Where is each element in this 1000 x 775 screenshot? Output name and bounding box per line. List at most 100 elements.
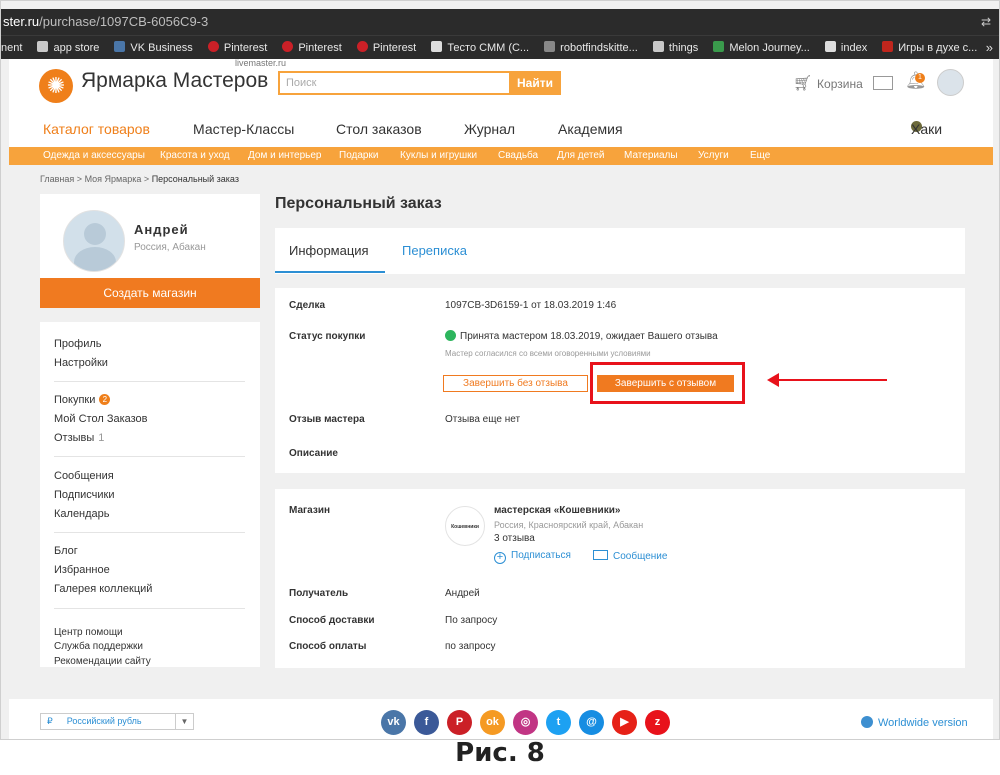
ruble-icon: ₽: [47, 716, 53, 726]
sidebar-item-reviews[interactable]: Отзывы 1: [54, 432, 104, 444]
page-icon: [824, 41, 836, 52]
bookmark-pinterest[interactable]: Pinterest: [356, 36, 416, 59]
bookmark-vk-business[interactable]: VK Business: [114, 36, 193, 59]
category-item[interactable]: Услуги: [698, 150, 729, 161]
page-icon: [431, 41, 443, 52]
arrow-head-icon: [767, 373, 779, 387]
message-button[interactable]: Сообщение: [593, 550, 667, 562]
youtube-icon[interactable]: ▶: [612, 710, 637, 735]
folder-icon: [37, 41, 49, 52]
pinterest-icon[interactable]: P: [447, 710, 472, 735]
url-host: ster.ru: [3, 14, 40, 29]
master-review-label: Отзыв мастера: [289, 414, 365, 425]
profile-name[interactable]: Андрей: [134, 222, 189, 237]
nav-academy[interactable]: Академия: [558, 121, 623, 137]
sidebar-item-messages[interactable]: Сообщения: [54, 470, 114, 482]
category-item[interactable]: Подарки: [339, 150, 378, 161]
subscribe-button[interactable]: + Подписаться: [494, 550, 571, 564]
category-item[interactable]: Для детей: [557, 150, 604, 161]
sidebar-item-settings[interactable]: Настройки: [54, 357, 108, 369]
search-input[interactable]: Поиск: [278, 71, 510, 95]
odnoklassniki-icon[interactable]: ok: [480, 710, 505, 735]
site-logo[interactable]: Ярмарка Мастеров: [81, 69, 268, 93]
category-item[interactable]: Свадьба: [498, 150, 538, 161]
shop-reviews[interactable]: 3 отзыва: [494, 533, 535, 544]
site-header: ✺ Ярмарка Мастеров livemaster.ru Поиск Н…: [9, 58, 993, 147]
figure-caption: Рис. 8: [455, 738, 545, 768]
category-item[interactable]: Одежда и аксессуары: [43, 150, 145, 161]
bookmark-things[interactable]: things: [652, 36, 698, 59]
profile-card: Андрей Россия, Абакан Создать магазин: [40, 194, 260, 308]
finish-without-review-button[interactable]: Завершить без отзыва: [443, 375, 588, 392]
sidebar-item-gallery[interactable]: Галерея коллекций: [54, 583, 152, 595]
sidebar-item-recommend[interactable]: Рекомендации сайту: [54, 656, 151, 667]
translate-icon[interactable]: ⇄: [981, 9, 991, 35]
nav-catalog[interactable]: Каталог товаров: [43, 121, 150, 137]
cart-link[interactable]: 🛒︎ Корзина: [793, 74, 863, 92]
twitter-icon[interactable]: t: [546, 710, 571, 735]
category-item[interactable]: Дом и интерьер: [248, 150, 322, 161]
search-button[interactable]: Найти: [509, 71, 561, 95]
status-label: Статус покупки: [289, 331, 366, 342]
category-item[interactable]: Куклы и игрушки: [400, 150, 477, 161]
deal-value: 1097CB-3D6159-1 от 18.03.2019 1:46: [445, 300, 617, 311]
category-item[interactable]: Материалы: [624, 150, 678, 161]
sidebar-item-blog[interactable]: Блог: [54, 545, 78, 557]
sidebar-item-support[interactable]: Служба поддержки: [54, 641, 143, 652]
nav-journal[interactable]: Журнал: [464, 121, 515, 137]
chevron-down-icon: ▼: [175, 714, 193, 729]
address-bar[interactable]: ster.ru/purchase/1097CB-6056C9-3 ⇄: [1, 9, 999, 35]
user-avatar[interactable]: [937, 69, 964, 96]
bookmark-app-store[interactable]: app store: [37, 36, 99, 59]
bookmark-index[interactable]: index: [824, 36, 867, 59]
bookmark-robotfindskitten[interactable]: robotfindskitte...: [544, 36, 638, 59]
browser-window: ster.ru/purchase/1097CB-6056C9-3 ⇄ nent …: [0, 0, 1000, 740]
sidebar-item-help[interactable]: Центр помощи: [54, 627, 123, 638]
currency-select[interactable]: ₽ Российский рубль ▼: [40, 713, 194, 730]
tab-correspondence[interactable]: Переписка: [402, 243, 467, 258]
status-note: Мастер согласился со всеми оговоренными …: [445, 349, 651, 358]
mail-ru-icon[interactable]: @: [579, 710, 604, 735]
breadcrumb-home[interactable]: Главная: [40, 174, 74, 184]
shop-name[interactable]: мастерская «Кошевники»: [494, 505, 620, 516]
bookmark-pinterest[interactable]: Pinterest: [282, 36, 342, 59]
tab-information[interactable]: Информация: [289, 243, 369, 258]
bookmark-melon-journey[interactable]: Melon Journey...: [713, 36, 810, 59]
delivery-label: Способ доставки: [289, 615, 375, 626]
bookmark-games[interactable]: Игры в духе с...: [882, 36, 977, 59]
more-bookmarks-icon[interactable]: »: [986, 36, 993, 59]
bookmark[interactable]: nent: [1, 36, 22, 59]
globe-icon: [861, 716, 873, 728]
bookmark-testo-smm[interactable]: Тесто СММ (С...: [431, 36, 529, 59]
category-item[interactable]: Еще: [750, 150, 770, 161]
main-nav: Каталог товаров Мастер-Классы Стол заказ…: [43, 121, 943, 137]
pinterest-icon: [356, 41, 368, 52]
sidebar-item-subscribers[interactable]: Подписчики: [54, 489, 115, 501]
folder-icon: [652, 41, 664, 52]
vk-icon[interactable]: vk: [381, 710, 406, 735]
reviews-count: 1: [98, 432, 105, 444]
logo-icon[interactable]: ✺: [39, 69, 73, 103]
mail-icon[interactable]: [873, 76, 893, 90]
bookmark-pinterest[interactable]: Pinterest: [207, 36, 267, 59]
pinterest-icon: [207, 41, 219, 52]
sidebar-item-purchases[interactable]: Покупки 2: [54, 394, 111, 406]
sidebar-item-calendar[interactable]: Календарь: [54, 508, 110, 520]
profile-avatar[interactable]: [63, 210, 125, 272]
breadcrumb-my-fair[interactable]: Моя Ярмарка: [85, 174, 142, 184]
category-bar: Одежда и аксессуары Красота и уход Дом и…: [9, 147, 993, 165]
nav-master-classes[interactable]: Мастер-Классы: [193, 121, 294, 137]
create-shop-button[interactable]: Создать магазин: [40, 278, 260, 308]
shop-logo[interactable]: Кошевники: [445, 506, 485, 546]
nav-order-table[interactable]: Стол заказов: [336, 121, 422, 137]
sidebar-item-profile[interactable]: Профиль: [54, 338, 102, 350]
category-item[interactable]: Красота и уход: [160, 150, 230, 161]
facebook-icon[interactable]: f: [414, 710, 439, 735]
page-title: Персональный заказ: [275, 195, 442, 212]
pinterest-icon: [282, 41, 294, 52]
worldwide-link[interactable]: Worldwide version: [861, 716, 968, 729]
zen-icon[interactable]: z: [645, 710, 670, 735]
sidebar-item-favorites[interactable]: Избранное: [54, 564, 110, 576]
sidebar-item-order-table[interactable]: Мой Стол Заказов: [54, 413, 148, 425]
instagram-icon[interactable]: ◎: [513, 710, 538, 735]
